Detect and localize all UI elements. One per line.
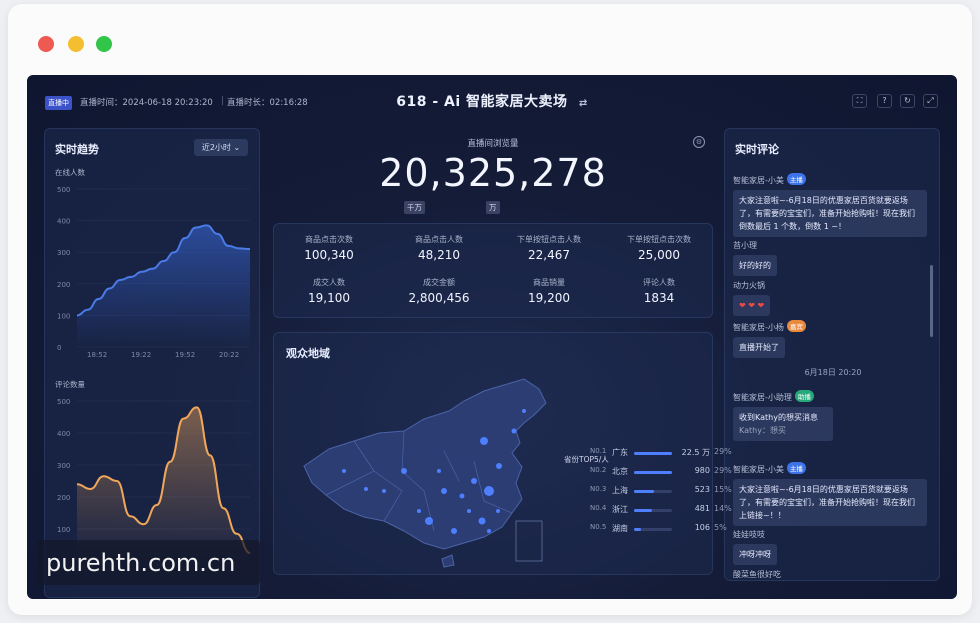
rank-percent: 29% <box>714 447 732 456</box>
rank-row: N0.3 上海 523 15% <box>590 485 740 499</box>
views-value: 20,325,278 <box>379 151 607 195</box>
time-range-select[interactable]: 近2小时 ⌄ <box>194 139 248 156</box>
minimize-dot-icon[interactable] <box>68 36 84 52</box>
y-tick-label: 300 <box>57 249 70 257</box>
y-tick-label: 400 <box>57 218 70 226</box>
x-tick-label: 20:22 <box>219 351 239 359</box>
screenshot-icon[interactable]: ⛶ <box>852 94 867 108</box>
y-tick-label: 200 <box>57 494 70 502</box>
rank-percent: 5% <box>714 523 727 532</box>
kpi-item: 商品点击人数 48,210 <box>415 235 463 262</box>
y-tick-label: 200 <box>57 281 70 289</box>
china-map <box>303 378 547 568</box>
rank-no: N0.5 <box>590 523 607 531</box>
comment-item: 苔小理 好的好的 <box>733 240 777 276</box>
rank-percent: 15% <box>714 485 732 494</box>
rank-row: N0.4 浙江 481 14% <box>590 504 740 518</box>
rank-value: 980 <box>694 466 710 475</box>
rank-province: 北京 <box>612 467 628 476</box>
swap-icon[interactable]: ⇄ <box>579 98 588 109</box>
rank-bar <box>634 490 672 493</box>
y-tick-label: 500 <box>57 186 70 194</box>
comment-item: 智能家居-小杨 嘉宾 直播开始了 <box>733 320 806 358</box>
kpi-item: 成交人数 19,100 <box>308 278 350 305</box>
rank-row: N0.1 广东 22.5 万 29% <box>590 447 740 461</box>
comments-count-label: 评论数量 <box>55 380 85 389</box>
rank-percent: 29% <box>714 466 732 475</box>
top-bar: 直播中 直播时间：2024-06-18 20:23:20 | 直播时长：02:1… <box>27 75 957 127</box>
help-icon[interactable]: ? <box>877 94 892 108</box>
rank-no: N0.2 <box>590 466 607 474</box>
comment-item: 智能家居-小美 主播 大家注意啦~-6月18日的优惠家居百货就要返场了，有需要的宝… <box>733 462 929 526</box>
settings-icon[interactable]: ⚙ <box>693 136 705 148</box>
unit-wan: 万 <box>486 201 500 214</box>
kpi-item: 商品销量 19,200 <box>528 278 570 305</box>
rank-bar <box>634 471 672 474</box>
x-tick-label: 18:52 <box>87 351 107 359</box>
unit-qianwan: 千万 <box>404 201 425 214</box>
maximize-dot-icon[interactable] <box>96 36 112 52</box>
rank-percent: 14% <box>714 504 732 513</box>
comments-panel: 实时评论 智能家居-小美 主播 大家注意啦~-6月18日的优惠家居百货就要返场了，… <box>724 128 940 581</box>
close-dot-icon[interactable] <box>38 36 54 52</box>
rank-value: 22.5 万 <box>681 448 710 457</box>
online-label: 在线人数 <box>55 168 85 177</box>
kpi-item: 下单按钮点击次数 25,000 <box>627 235 691 262</box>
comment-item: 动力火锅 ❤ ❤ ❤ <box>733 280 771 316</box>
kpi-item: 商品点击次数 100,340 <box>304 235 354 262</box>
rank-bar <box>634 528 672 531</box>
refresh-icon[interactable]: ↻ <box>900 94 915 108</box>
x-tick-label: 19:22 <box>131 351 151 359</box>
y-tick-label: 500 <box>57 398 70 406</box>
rank-row: N0.5 湖南 106 5% <box>590 523 740 537</box>
rank-province: 上海 <box>612 486 628 495</box>
comment-item: 智能家居-小美 主播 大家注意啦~-6月18日的优惠家居百货就要返场了，有需要的宝… <box>733 173 929 237</box>
rank-value: 481 <box>694 504 710 513</box>
kpi-item: 下单按钮点击人数 22,467 <box>517 235 581 262</box>
rank-bar <box>634 452 672 455</box>
y-tick-label: 100 <box>57 526 70 534</box>
kpi-panel: 商品点击次数 100,340 商品点击人数 48,210 下单按钮点击人数 22,46… <box>273 223 713 318</box>
rank-province: 湖南 <box>612 524 628 533</box>
comment-item: 酸菜鱼很好吃 <box>733 570 781 579</box>
y-tick-label: 400 <box>57 430 70 438</box>
kpi-item: 评论人数 1834 <box>643 278 675 305</box>
rank-value: 106 <box>694 523 710 532</box>
dashboard-screen: 直播中 直播时间：2024-06-18 20:23:20 | 直播时长：02:1… <box>27 75 957 599</box>
y-tick-label: 0 <box>57 344 61 352</box>
comment-item: 智能家居-小助理 助播 收到Kathy的想买消息 Kathy：想买 <box>733 390 833 441</box>
fullscreen-icon[interactable]: ⤢ <box>923 94 938 108</box>
x-tick-label: 19:52 <box>175 351 195 359</box>
page-title: 618 - Ai 智能家居大卖场 ⇄ <box>396 94 588 110</box>
rank-no: N0.1 <box>590 447 607 455</box>
online-chart: 500 400 300 200 100 0 18:52 19:22 19:52 20:22 <box>57 186 251 359</box>
rank-value: 523 <box>694 485 710 494</box>
y-tick-label: 300 <box>57 462 70 470</box>
scrollbar[interactable] <box>930 265 933 337</box>
rank-row: N0.2 北京 980 29% <box>590 466 740 480</box>
rank-province: 浙江 <box>612 505 628 514</box>
comment-time: 6月18日 20:20 <box>804 368 862 377</box>
rank-bar <box>634 509 672 512</box>
rank-no: N0.4 <box>590 504 607 512</box>
map-title: 观众地域 <box>286 347 330 360</box>
rank-province: 广东 <box>612 448 628 457</box>
trend-panel: 实时趋势 近2小时 ⌄ 在线人数 500 400 300 200 100 0 18:52 19… <box>44 128 260 598</box>
watermark: purehth.com.cn <box>37 540 260 585</box>
comments-title: 实时评论 <box>735 143 779 156</box>
trend-title: 实时趋势 <box>55 143 99 156</box>
rank-no: N0.3 <box>590 485 607 493</box>
views-label: 直播间浏览量 <box>467 139 519 149</box>
y-tick-label: 100 <box>57 312 70 320</box>
kpi-item: 成交金额 2,800,456 <box>408 278 470 305</box>
